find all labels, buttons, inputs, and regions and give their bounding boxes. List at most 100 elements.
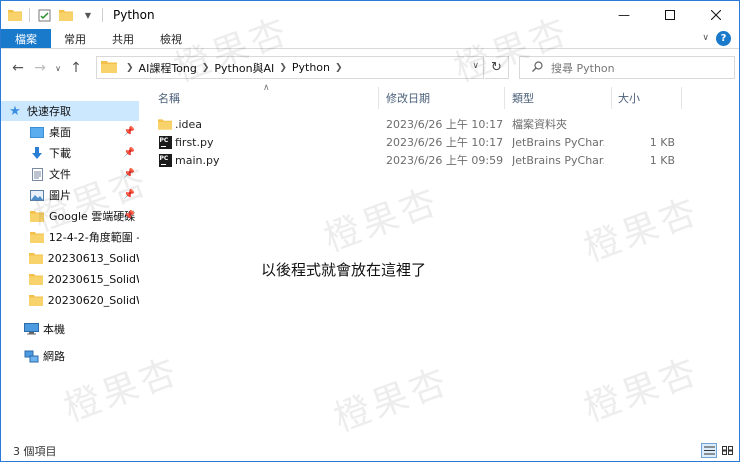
watermark: 橙果杏	[578, 350, 706, 431]
forward-button[interactable]: →	[29, 57, 51, 79]
search-placeholder: 搜尋 Python	[551, 61, 615, 75]
navigation-pane: ★ 快速存取 桌面 📌 下載 📌 文件 📌 圖片 📌 Google 雲端硬碟 📌…	[1, 97, 141, 437]
pin-icon: 📌	[123, 190, 135, 200]
watermark: 橙果杏	[328, 360, 456, 441]
address-row: ← → ∨ ↑ ❯ AI課程Tong ❯ Python與AI ❯ Python …	[1, 50, 739, 86]
status-bar: 3 個項目	[1, 441, 739, 461]
file-size: 1 KB	[649, 153, 675, 167]
new-folder-icon[interactable]	[58, 7, 74, 23]
document-icon	[29, 167, 45, 181]
pictures-icon	[29, 188, 45, 202]
nav-item-network[interactable]: 網路	[1, 346, 139, 366]
address-bar[interactable]: ❯ AI課程Tong ❯ Python與AI ❯ Python ❯ ∨	[96, 56, 484, 79]
quick-access-toolbar: ▼	[1, 1, 109, 29]
nav-item-folder[interactable]: 20230615_SolidW	[1, 269, 139, 289]
file-date: 2023/6/26 上午 09:59	[386, 154, 504, 167]
breadcrumb-item[interactable]: Python	[292, 61, 330, 74]
column-divider[interactable]	[504, 87, 505, 109]
view-switcher	[699, 443, 735, 458]
watermark: 橙果杏	[318, 180, 446, 261]
divider	[102, 8, 103, 22]
file-name-cell: PC main.py	[158, 151, 219, 169]
network-icon	[23, 349, 39, 363]
pin-icon: 📌	[123, 211, 135, 221]
folder-icon	[101, 60, 117, 76]
annotation-text: 以後程式就會放在這裡了	[261, 261, 427, 279]
nav-item-desktop[interactable]: 桌面 📌	[1, 122, 139, 142]
star-icon: ★	[9, 103, 21, 119]
download-icon	[29, 146, 45, 160]
nav-item-downloads[interactable]: 下載 📌	[1, 143, 139, 163]
file-name: first.py	[175, 135, 214, 149]
chevron-right-icon: ❯	[335, 62, 343, 73]
column-header-type[interactable]: 類型	[512, 87, 534, 109]
file-type: 檔案資料夾	[512, 118, 567, 131]
file-row[interactable]: .idea 2023/6/26 上午 10:17 檔案資料夾	[151, 115, 681, 133]
tab-home[interactable]: 常用	[51, 29, 99, 48]
pin-icon: 📌	[123, 127, 135, 137]
item-count: 3 個項目	[13, 445, 57, 458]
chevron-right-icon: ❯	[279, 62, 287, 73]
file-name: main.py	[175, 153, 220, 167]
customize-toolbar-icon[interactable]: ▼	[80, 7, 96, 23]
column-header-size[interactable]: 大小	[618, 87, 640, 109]
chevron-right-icon: ❯	[126, 62, 134, 73]
column-header-date[interactable]: 修改日期	[386, 87, 430, 109]
window-title: Python	[113, 8, 155, 22]
tab-share[interactable]: 共用	[99, 29, 147, 48]
file-name-cell: PC first.py	[158, 133, 213, 151]
tab-file[interactable]: 檔案	[1, 29, 51, 48]
computer-icon	[23, 322, 39, 336]
up-button[interactable]: ↑	[65, 57, 87, 79]
explorer-window: ▼ Python — 檔案 常用 共用 檢視 ∨ ? ← → ∨ ↑ ❯ AI課…	[0, 0, 740, 462]
folder-icon	[29, 230, 45, 244]
pycharm-file-icon: PC	[158, 153, 172, 167]
nav-item-folder[interactable]: 20230620_SolidW	[1, 290, 139, 310]
expand-ribbon-icon[interactable]: ∨	[702, 33, 709, 43]
breadcrumb: ❯ AI課程Tong ❯ Python與AI ❯ Python ❯	[121, 60, 348, 76]
chevron-right-icon: ❯	[201, 62, 210, 73]
nav-item-pictures[interactable]: 圖片 📌	[1, 185, 139, 205]
recent-locations-button[interactable]: ∨	[51, 57, 65, 79]
file-size: 1 KB	[649, 135, 675, 149]
details-view-icon[interactable]	[701, 443, 717, 458]
watermark: 橙果杏	[578, 190, 706, 271]
large-icons-view-icon[interactable]	[719, 443, 735, 458]
column-divider[interactable]	[611, 87, 612, 109]
column-divider[interactable]	[681, 87, 682, 109]
column-header-name[interactable]: 名稱	[158, 87, 180, 109]
file-size	[611, 115, 675, 133]
folder-icon	[29, 251, 44, 265]
file-date: 2023/6/26 上午 10:17	[386, 118, 504, 131]
chevron-down-icon[interactable]: ∨	[472, 61, 479, 71]
breadcrumb-item[interactable]: AI課程Tong	[139, 60, 197, 76]
pin-icon: 📌	[123, 169, 135, 179]
breadcrumb-item[interactable]: Python與AI	[214, 60, 274, 76]
pin-icon: 📌	[123, 148, 135, 158]
nav-item-documents[interactable]: 文件 📌	[1, 164, 139, 184]
file-type: JetBrains PyChar...	[512, 153, 604, 167]
pycharm-file-icon: PC	[158, 135, 172, 149]
ribbon-tabs: 檔案 常用 共用 檢視 ∨ ?	[1, 29, 739, 49]
refresh-button[interactable]: ↻	[485, 56, 509, 79]
tab-view[interactable]: 檢視	[147, 29, 195, 48]
close-button[interactable]	[693, 1, 739, 29]
nav-item-quick-access[interactable]: ★ 快速存取	[1, 101, 139, 121]
nav-item-this-pc[interactable]: 本機	[1, 319, 139, 339]
file-row[interactable]: PC main.py 2023/6/26 上午 09:59 JetBrains …	[151, 151, 681, 169]
window-controls: —	[601, 1, 739, 29]
help-icon[interactable]: ?	[716, 31, 731, 46]
folder-icon	[29, 272, 44, 286]
properties-icon[interactable]	[36, 7, 52, 23]
folder-icon	[29, 209, 45, 223]
minimize-button[interactable]: —	[601, 1, 647, 29]
maximize-button[interactable]	[647, 1, 693, 29]
nav-item-folder[interactable]: 20230613_SolidW	[1, 248, 139, 268]
file-row[interactable]: PC first.py 2023/6/26 上午 10:17 JetBrains…	[151, 133, 681, 151]
search-input[interactable]: 搜尋 Python	[519, 56, 735, 79]
nav-item-google-drive[interactable]: Google 雲端硬碟 📌	[1, 206, 139, 226]
back-button[interactable]: ←	[7, 57, 29, 79]
nav-item-folder[interactable]: 12-4-2-角度範圍 -	[1, 227, 139, 247]
folder-icon	[158, 117, 172, 131]
column-divider[interactable]	[378, 87, 379, 109]
